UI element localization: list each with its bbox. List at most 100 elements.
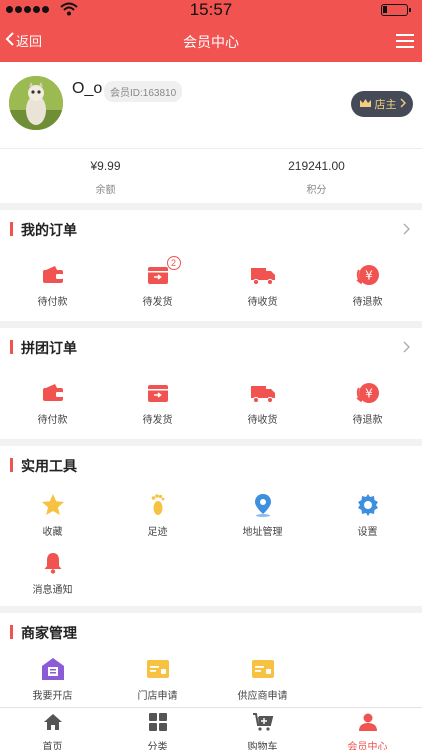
application-card-icon: [250, 656, 276, 682]
tools-section: 实用工具 收藏 足迹 地址管理 设置 消息通知: [0, 446, 422, 606]
shop-owner-label: 店主: [374, 99, 397, 111]
home-icon: [0, 713, 105, 736]
tools-header: 实用工具: [0, 446, 422, 482]
refund-icon: ¥: [355, 262, 381, 288]
cart-icon: [210, 713, 315, 736]
tab-label: 首页: [42, 742, 63, 750]
section-title: 实用工具: [21, 458, 77, 474]
tab-label: 购物车: [247, 742, 278, 750]
hamburger-icon: [396, 34, 414, 52]
order-label: 待发货: [142, 297, 173, 308]
svg-text:¥: ¥: [365, 269, 373, 283]
my-orders-header[interactable]: 我的订单: [0, 210, 422, 246]
merchant-label: 供应商申请: [237, 691, 288, 702]
tool-label: 设置: [357, 527, 378, 538]
svg-text:¥: ¥: [365, 387, 373, 401]
tab-member-center[interactable]: 会员中心: [315, 713, 420, 750]
order-label: 待付款: [37, 415, 68, 426]
order-label: 待发货: [142, 415, 173, 426]
crown-icon: [359, 98, 372, 111]
avatar[interactable]: [9, 76, 63, 130]
nav-bar: 返回 会员中心: [0, 20, 422, 62]
merchant-supplier-application[interactable]: 供应商申请: [210, 656, 315, 702]
tab-home[interactable]: 首页: [0, 713, 105, 750]
shop-owner-button[interactable]: 店主: [351, 91, 413, 117]
order-pending-receipt[interactable]: 待收货: [210, 262, 315, 308]
order-count-badge: 2: [166, 256, 181, 270]
store-icon: [40, 656, 66, 682]
refund-icon: ¥: [355, 380, 381, 406]
points-label: 积分: [306, 185, 327, 196]
bottom-tab-bar: 首页 分类 购物车 会员中心: [0, 707, 422, 750]
section-accent-bar: [10, 340, 13, 354]
tool-address[interactable]: 地址管理: [210, 492, 315, 538]
tab-label: 分类: [147, 742, 168, 750]
section-accent-bar: [10, 222, 13, 236]
points-value: 219241.00: [288, 159, 345, 173]
order-label: 待收货: [247, 415, 278, 426]
tool-favorites[interactable]: 收藏: [0, 492, 105, 538]
order-pending-payment[interactable]: 待付款: [0, 262, 105, 308]
merchant-store-application[interactable]: 门店申请: [105, 656, 210, 702]
merchant-header: 商家管理: [0, 613, 422, 649]
category-grid-icon: [105, 713, 210, 736]
truck-icon: [250, 380, 276, 406]
merchant-label: 门店申请: [137, 691, 178, 702]
footprint-icon: [145, 492, 171, 518]
member-id-badge: 会员ID:163810: [104, 81, 183, 102]
points-item[interactable]: 219241.00 积分: [211, 159, 422, 196]
balance-value: ¥9.99: [90, 159, 121, 173]
chevron-right-icon: [403, 340, 410, 358]
bell-icon: [40, 550, 66, 576]
username: O_o: [72, 80, 103, 97]
order-label: 待付款: [37, 297, 68, 308]
group-orders-header[interactable]: 拼团订单: [0, 328, 422, 364]
tab-label: 会员中心: [347, 742, 388, 750]
my-orders-section: 我的订单 待付款 2 待发货 待收货 ¥ 待退款: [0, 210, 422, 321]
merchant-section: 商家管理 我要开店 门店申请 供应商申请: [0, 613, 422, 707]
balance-label: 余额: [95, 185, 116, 196]
section-title: 拼团订单: [21, 340, 77, 356]
chevron-right-icon: [403, 222, 410, 240]
wallet-icon: [40, 262, 66, 288]
tool-label: 消息通知: [32, 585, 73, 596]
tool-label: 地址管理: [242, 527, 283, 538]
status-time: 15:57: [189, 0, 233, 19]
merchant-label: 我要开店: [32, 691, 73, 702]
menu-button[interactable]: [396, 33, 414, 53]
gear-icon: [355, 492, 381, 518]
page-title: 会员中心: [183, 34, 239, 50]
tab-cart[interactable]: 购物车: [210, 713, 315, 750]
application-card-icon: [145, 656, 171, 682]
group-pending-refund[interactable]: ¥ 待退款: [315, 380, 420, 426]
user-icon: [315, 713, 420, 736]
order-pending-shipment[interactable]: 2 待发货: [105, 256, 210, 308]
group-orders-section: 拼团订单 待付款 待发货 待收货 ¥ 待退款: [0, 328, 422, 439]
merchant-open-store[interactable]: 我要开店: [0, 656, 105, 702]
section-accent-bar: [10, 625, 13, 639]
section-title: 商家管理: [21, 625, 77, 641]
group-pending-shipment[interactable]: 待发货: [105, 380, 210, 426]
tab-category[interactable]: 分类: [105, 713, 210, 750]
truck-icon: [250, 262, 276, 288]
order-label: 待退款: [352, 297, 383, 308]
tool-footprints[interactable]: 足迹: [105, 492, 210, 538]
section-title: 我的订单: [21, 222, 77, 238]
star-icon: [40, 492, 66, 518]
order-pending-refund[interactable]: ¥ 待退款: [315, 262, 420, 308]
tool-notifications[interactable]: 消息通知: [0, 550, 105, 596]
tool-label: 足迹: [147, 527, 168, 538]
group-pending-payment[interactable]: 待付款: [0, 380, 105, 426]
tool-settings[interactable]: 设置: [315, 492, 420, 538]
status-bar: 15:57: [0, 0, 422, 20]
battery-icon: [381, 4, 411, 16]
group-pending-receipt[interactable]: 待收货: [210, 380, 315, 426]
section-accent-bar: [10, 458, 13, 472]
tool-label: 收藏: [42, 527, 63, 538]
balance-item[interactable]: ¥9.99 余额: [0, 159, 211, 196]
balance-panel: ¥9.99 余额 219241.00 积分: [0, 148, 422, 203]
ship-box-icon: [145, 380, 171, 406]
order-label: 待退款: [352, 415, 383, 426]
order-label: 待收货: [247, 297, 278, 308]
chevron-right-icon: [400, 98, 406, 111]
